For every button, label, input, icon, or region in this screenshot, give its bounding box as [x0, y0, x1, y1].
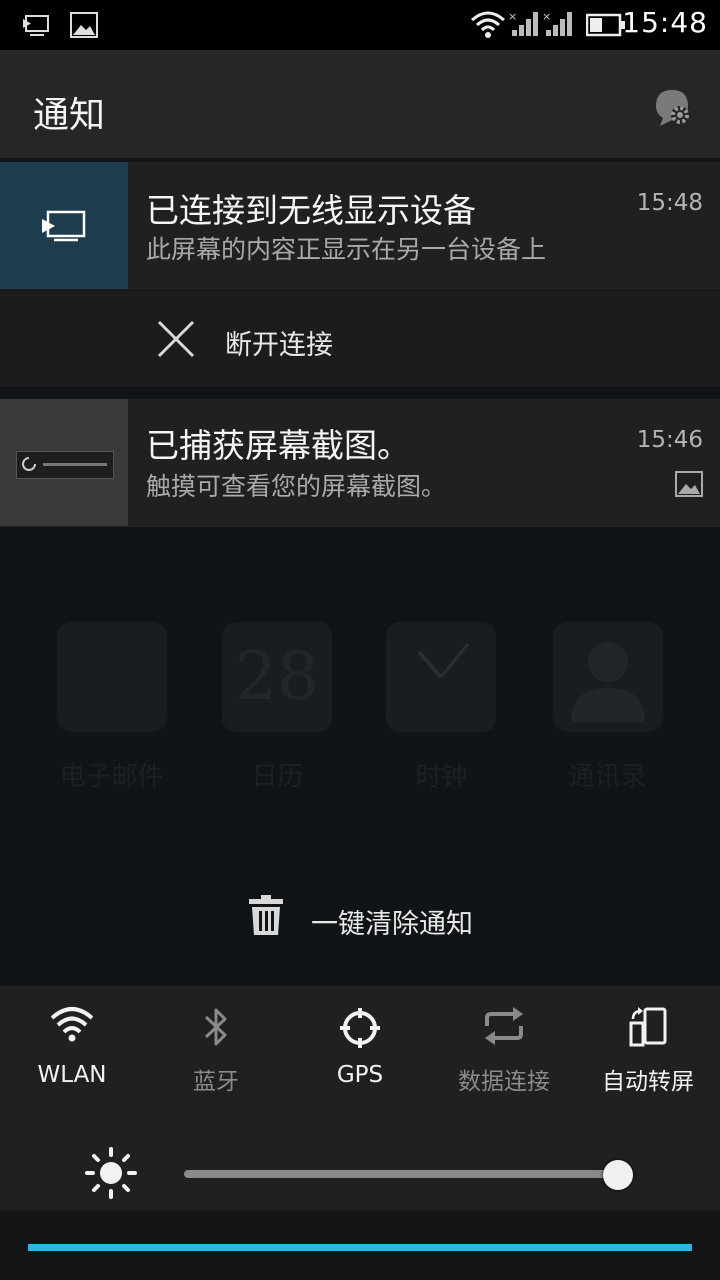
notification-wireless-display[interactable]: 已连接到无线显示设备 此屏幕的内容正显示在另一台设备上 15:48	[0, 162, 720, 290]
toggle-data-connection[interactable]: 数据连接	[432, 986, 576, 1106]
signal-icon: ×	[542, 10, 572, 36]
status-bar: × × 15:48	[0, 0, 720, 50]
clock-app-icon	[386, 622, 496, 732]
wifi-icon	[50, 1007, 94, 1042]
brightness-slider-knob[interactable]	[603, 1160, 633, 1190]
gps-icon	[340, 1008, 380, 1048]
notification-title: 已连接到无线显示设备	[146, 191, 476, 230]
sun-icon	[85, 1147, 137, 1199]
clear-all-label: 一键清除通知	[311, 909, 473, 940]
toggle-auto-rotate[interactable]: 自动转屏	[576, 986, 720, 1106]
signal-icon: ×	[508, 10, 538, 36]
toggle-label: WLAN	[37, 1062, 107, 1088]
image-icon	[675, 471, 703, 497]
brightness-slider[interactable]	[184, 1170, 620, 1178]
disconnect-label: 断开连接	[225, 330, 333, 361]
screenshot-thumbnail	[0, 399, 128, 526]
notification-time: 15:48	[636, 190, 703, 216]
brightness-row	[0, 1108, 720, 1208]
notification-icon-area	[0, 162, 128, 289]
sync-icon	[485, 1007, 523, 1045]
cast-icon	[23, 15, 49, 36]
panel-handle[interactable]	[0, 1210, 720, 1280]
wifi-icon	[471, 11, 505, 38]
notification-text: 触摸可查看您的屏幕截图。	[146, 472, 447, 501]
clock: 15:48	[622, 6, 708, 39]
contacts-app-icon	[553, 622, 663, 732]
image-icon	[70, 12, 98, 38]
chat-gear-icon[interactable]	[652, 86, 694, 128]
svg-text:×: ×	[542, 10, 551, 23]
battery-icon	[586, 13, 625, 37]
toggle-label: 自动转屏	[602, 1069, 694, 1095]
close-icon	[157, 320, 195, 358]
toggle-label: 数据连接	[458, 1069, 550, 1095]
disconnect-button[interactable]: 断开连接	[0, 291, 720, 387]
trash-icon	[249, 895, 283, 935]
page-title: 通知	[33, 95, 106, 136]
email-app-icon	[57, 622, 167, 732]
svg-text:×: ×	[508, 10, 517, 23]
notification-time: 15:46	[636, 427, 703, 453]
spinner-icon	[22, 457, 36, 471]
toggle-label: GPS	[336, 1062, 384, 1088]
toggle-gps[interactable]: GPS	[288, 986, 432, 1106]
thumbnail-preview	[16, 451, 114, 479]
toggle-wlan[interactable]: WLAN	[0, 986, 144, 1106]
notification-header: 通知	[0, 50, 720, 158]
notification-screenshot[interactable]: 已捕获屏幕截图。 触摸可查看您的屏幕截图。 15:46	[0, 399, 720, 527]
bluetooth-icon	[204, 1008, 227, 1046]
notification-text: 此屏幕的内容正显示在另一台设备上	[146, 235, 547, 264]
calendar-app-icon: 28	[222, 622, 332, 732]
quick-settings-panel: WLAN 蓝牙 GPS 数据连接 自动转屏	[0, 986, 720, 1280]
toggle-bluetooth[interactable]: 蓝牙	[144, 986, 288, 1106]
rotate-icon	[629, 1007, 667, 1047]
clear-all-button[interactable]: 一键清除通知	[0, 860, 720, 970]
cast-icon	[42, 210, 86, 242]
panel-handle-line	[28, 1244, 692, 1251]
notification-title: 已捕获屏幕截图。	[146, 426, 410, 465]
person-icon	[571, 642, 645, 722]
toggle-label: 蓝牙	[193, 1069, 239, 1095]
clock-hands-icon	[417, 643, 470, 679]
